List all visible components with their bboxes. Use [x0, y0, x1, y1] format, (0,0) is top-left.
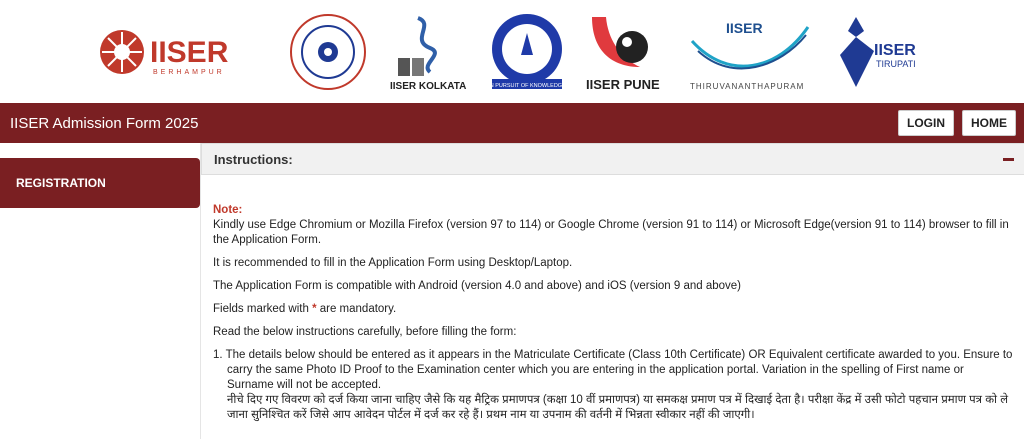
sidebar: REGISTRATION	[0, 143, 200, 439]
mandatory-text: Fields marked with * are mandatory.	[213, 302, 1013, 317]
iiser-mohali-logo: IN PURSUIT OF KNOWLEDGE	[486, 0, 568, 103]
tirupati-text: IISER	[874, 42, 916, 59]
compat-text: The Application Form is compatible with …	[213, 280, 742, 292]
iiser-kolkata-logo: IISER KOLKATA	[390, 0, 470, 103]
mandatory-post: are mandatory.	[316, 303, 397, 315]
panel-title: Instructions:	[214, 151, 293, 167]
instructions-body: Note: Kindly use Edge Chromium or Mozill…	[201, 175, 1024, 423]
instructions-panel-header[interactable]: Instructions:	[201, 143, 1024, 175]
iiser-pune-logo: IISER PUNE	[582, 0, 664, 103]
logo-strip: IISER BERHAMPUR IISER KOLKATA IN PURSUIT…	[0, 0, 1024, 103]
desktop-text: It is recommended to fill in the Applica…	[213, 257, 573, 269]
read-text: Read the below instructions carefully, b…	[213, 326, 517, 338]
mandatory-pre: Fields marked with	[213, 303, 313, 315]
berhampur-text: IISER	[150, 36, 229, 69]
sidebar-spacer	[0, 143, 200, 158]
main-content: Instructions: Note: Kindly use Edge Chro…	[200, 143, 1024, 439]
tirupati-sub: TIRUPATI	[876, 59, 916, 69]
collapse-icon[interactable]	[1003, 158, 1014, 161]
iiser-tvm-logo: IISER THIRUVANANTHAPURAM	[688, 0, 813, 103]
page-title: IISER Admission Form 2025	[10, 114, 199, 132]
berhampur-sub: BERHAMPUR	[153, 69, 225, 76]
kolkata-text: IISER KOLKATA	[390, 81, 466, 92]
mohali-sub: IN PURSUIT OF KNOWLEDGE	[488, 83, 566, 89]
iiser-bhopal-logo	[288, 0, 368, 103]
pune-text: IISER PUNE	[586, 77, 660, 92]
home-button[interactable]: HOME	[962, 110, 1016, 136]
browser-text: Kindly use Edge Chromium or Mozilla Fire…	[213, 219, 1009, 246]
tvm-sub: THIRUVANANTHAPURAM	[690, 82, 804, 91]
note-label: Note:	[213, 204, 243, 216]
tvm-text: IISER	[726, 20, 763, 36]
iiser-tirupati-logo: IISER TIRUPATI	[834, 0, 929, 103]
iiser-berhampur-logo: IISER BERHAMPUR	[95, 0, 265, 103]
instruction-item-1-en: 1. The details below should be entered a…	[213, 349, 1013, 391]
login-button[interactable]: LOGIN	[898, 110, 954, 136]
top-header-bar: IISER Admission Form 2025 LOGIN HOME	[0, 103, 1024, 143]
instruction-item-1-hi: नीचे दिए गए विवरण को दर्ज किया जाना चाहि…	[227, 394, 1008, 421]
sidebar-item-registration[interactable]: REGISTRATION	[0, 158, 200, 208]
